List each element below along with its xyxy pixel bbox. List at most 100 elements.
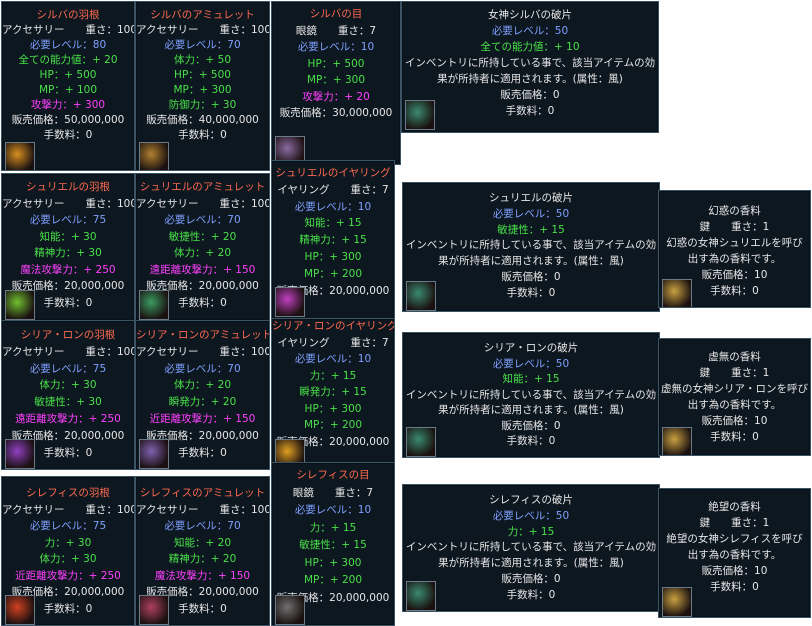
- item-name: 女神シルバの破片: [488, 9, 572, 21]
- tooltip-silfis-shard: シレフィスの破片 必要レベル：50 力：+ 15 インベントリに所持している事で、該当…: [402, 484, 660, 612]
- glasses-icon: [275, 595, 305, 625]
- item-attr-line: 手数料：0: [43, 129, 93, 141]
- feather-icon: [5, 439, 35, 469]
- item-attr-line: 体力：+ 30: [39, 553, 97, 565]
- item-attr-line: 手数料：0: [506, 435, 556, 447]
- item-attr-line: 必要レベル：10: [294, 353, 372, 365]
- item-attr-line: 精神力：+ 15: [299, 234, 367, 247]
- item-attr-line: イヤリング 重さ：7: [277, 183, 389, 196]
- item-attr-line: 防御力：+ 30: [168, 99, 237, 111]
- item-attr-line: 果が所持者に適用されます。(属性：風): [438, 557, 624, 570]
- item-name: 虚無の香料: [708, 351, 761, 363]
- item-attr-line: 必要レベル：80: [29, 39, 107, 51]
- tooltip-silfis-feather: シレフィスの羽根アクセサリー 重さ：100 必要レベル：75 力：+ 30 体力：+ …: [1, 476, 135, 626]
- item-name: シルバのアミュレット: [150, 9, 255, 21]
- item-name: シリア・ロンのアミュレット: [136, 329, 270, 341]
- item-attr-line: 近距離攻撃力：+ 250: [15, 569, 121, 582]
- item-attr-line: 眼鏡 重さ：7: [295, 24, 377, 37]
- item-attr-line: 果が所持者に適用されます。(属性：風): [438, 404, 624, 416]
- item-name: シュリエルのイヤリング: [275, 167, 391, 179]
- item-attr-line: 体力：+ 50: [174, 54, 231, 66]
- item-attr-line: 近距離攻撃力：+ 150: [149, 413, 256, 425]
- tooltip-silia-amulet: シリア・ロンのアミュレット アクセサリー 重さ：100 必要レベル：70 体力：+ 2…: [135, 320, 270, 470]
- item-attr-line: 遠距離攻撃力：+ 250: [15, 413, 121, 425]
- tooltip-silia-perfume: 虚無の香料鍵 重さ：1 虚無の女神シリア・ロンを呼び 出す為の香料です。 販売価格：1…: [658, 338, 811, 456]
- item-attr-line: 全ての能力値：+ 20: [18, 54, 118, 66]
- item-attr-line: 体力：+ 30: [39, 379, 97, 392]
- item-attr-line: 絶望の女神シレフィスを呼び: [666, 533, 803, 545]
- item-attr-line: 果が所持者に適用されます。(属性：風): [437, 73, 623, 85]
- feather-icon: [5, 142, 35, 170]
- item-attr-line: インベントリに所持している事で、該当アイテムの効: [405, 239, 657, 252]
- item-attr-line: 必要レベル：70: [164, 39, 241, 51]
- item-attr-line: MP：+ 300: [173, 84, 232, 96]
- item-attr-line: HP：+ 500: [307, 57, 365, 70]
- tooltip-silfis-eye: シレフィスの目 眼鏡 重さ：7 必要レベル：10 力：+ 15 敏捷性：+ 15 HP：+…: [271, 462, 395, 626]
- item-attr-line: HP：+ 500: [174, 69, 231, 81]
- item-name: シュリエルの羽根: [26, 181, 110, 193]
- item-attr-line: アクセサリー 重さ：100: [136, 503, 270, 516]
- item-attr-line: 出す為の香料です。: [687, 549, 782, 561]
- item-attr-line: 出す為の香料です。: [687, 399, 782, 411]
- item-name: シレフィスの羽根: [26, 487, 110, 499]
- item-attr-line: 知能：+ 20: [174, 536, 231, 549]
- earring-icon: [275, 287, 305, 317]
- shard-icon: [405, 100, 435, 130]
- tooltip-silva-shard: 女神シルバの破片 必要レベル：50 全ての能力値：+ 10 インベントリに所持している…: [401, 1, 659, 133]
- item-attr-line: 力：+ 15: [309, 521, 357, 534]
- tooltip-silia-earring: シリア・ロンのイヤリング イヤリング 重さ：7 必要レベル：10 力：+ 15 瞬発力：…: [271, 318, 395, 472]
- item-attr-line: 敏捷性：+ 15: [299, 539, 367, 551]
- item-attr-line: 必要レベル：75: [29, 214, 107, 226]
- item-attr-line: MP：+ 100: [38, 84, 98, 96]
- tooltip-schuriel-earring: シュリエルのイヤリング イヤリング 重さ：7 必要レベル：10 知能：+ 15 精神力：…: [271, 160, 395, 320]
- item-attr-line: 魔法攻撃力：+ 150: [154, 569, 251, 582]
- item-attr-line: アクセサリー 重さ：100: [2, 503, 135, 516]
- shard-icon: [406, 427, 436, 457]
- item-attr-line: 瞬発力：+ 20: [168, 396, 237, 409]
- item-attr-line: 遠距離攻撃力：+ 150: [149, 263, 256, 276]
- item-attr-line: 敏捷性：+ 30: [34, 396, 102, 409]
- item-attr-line: 必要レベル：10: [294, 504, 372, 516]
- item-attr-line: 力：+ 15: [309, 369, 357, 382]
- item-attr-line: 敏捷性：+ 15: [497, 223, 565, 236]
- item-attr-line: イヤリング 重さ：7: [277, 336, 389, 349]
- item-attr-line: MP：+ 300: [306, 74, 366, 86]
- tooltip-silia-shard: シリア・ロンの破片 必要レベル：50 知能：+ 15 インベントリに所持している事で、…: [402, 332, 660, 458]
- feather-icon: [5, 290, 35, 320]
- item-attr-line: 鍵 重さ：1: [699, 517, 770, 529]
- item-attr-line: アクセサリー 重さ：100: [2, 345, 135, 358]
- item-attr-line: 必要レベル：75: [29, 520, 107, 532]
- tooltip-schuriel-feather: シュリエルの羽根 アクセサリー 重さ：100 必要レベル：75 知能：+ 30 精神力：…: [1, 173, 135, 321]
- item-attr-line: 必要レベル：70: [164, 214, 241, 226]
- tooltip-schuriel-shard: シュリエルの破片 必要レベル：50 敏捷性：+ 15 インベントリに所持している事で、…: [402, 182, 660, 312]
- item-attr-line: HP：+ 300: [304, 556, 362, 569]
- shard-icon: [406, 581, 436, 611]
- item-name: 幻惑の香料: [708, 205, 761, 217]
- item-name: シリア・ロンの羽根: [20, 329, 116, 341]
- item-attr-line: 手数料：0: [506, 588, 556, 601]
- item-name: シルバの目: [309, 8, 363, 20]
- item-attr-line: 果が所持者に適用されます。(属性：風): [438, 255, 624, 268]
- item-attr-line: 販売価格：0: [500, 89, 560, 101]
- item-attr-line: 体力：+ 20: [174, 379, 231, 392]
- item-attr-line: 知能：+ 15: [502, 373, 560, 385]
- item-attr-line: 虚無の女神シリア・ロンを呼び: [661, 383, 808, 395]
- item-attr-line: 幻惑の女神シュリエルを呼び: [666, 237, 803, 249]
- item-attr-line: 販売価格：0: [501, 573, 561, 585]
- tooltip-silia-feather: シリア・ロンの羽根アクセサリー 重さ：100 必要レベル：75 体力：+ 30 敏捷性…: [1, 320, 135, 470]
- item-name: シュリエルのアミュレット: [139, 181, 266, 193]
- tooltip-silva-feather: シルバの羽根 アクセサリー 重さ：100 必要レベル：80 全ての能力値：+ 20 HP…: [1, 1, 135, 171]
- amulet-icon: [139, 595, 169, 625]
- item-attr-line: インベントリに所持している事で、該当アイテムの効: [404, 57, 656, 69]
- item-attr-line: 魔法攻撃力：+ 250: [20, 263, 116, 276]
- item-attr-line: 販売価格：40,000,000: [146, 114, 259, 126]
- tooltip-schuriel-amulet: シュリエルのアミュレット アクセサリー 重さ：100 必要レベル：70 敏捷性：+ 2…: [135, 173, 270, 321]
- item-attr-line: 必要レベル：50: [492, 509, 570, 522]
- item-attr-line: 力：+ 30: [44, 536, 92, 549]
- item-name: シリア・ロンのイヤリング: [272, 320, 395, 332]
- item-attr-line: 販売価格：0: [501, 419, 561, 432]
- item-attr-line: 必要レベル：75: [29, 362, 107, 375]
- amulet-icon: [139, 439, 169, 469]
- item-attr-line: 攻撃力：+ 20: [302, 90, 370, 103]
- item-attr-line: 敏捷性：+ 20: [168, 230, 237, 243]
